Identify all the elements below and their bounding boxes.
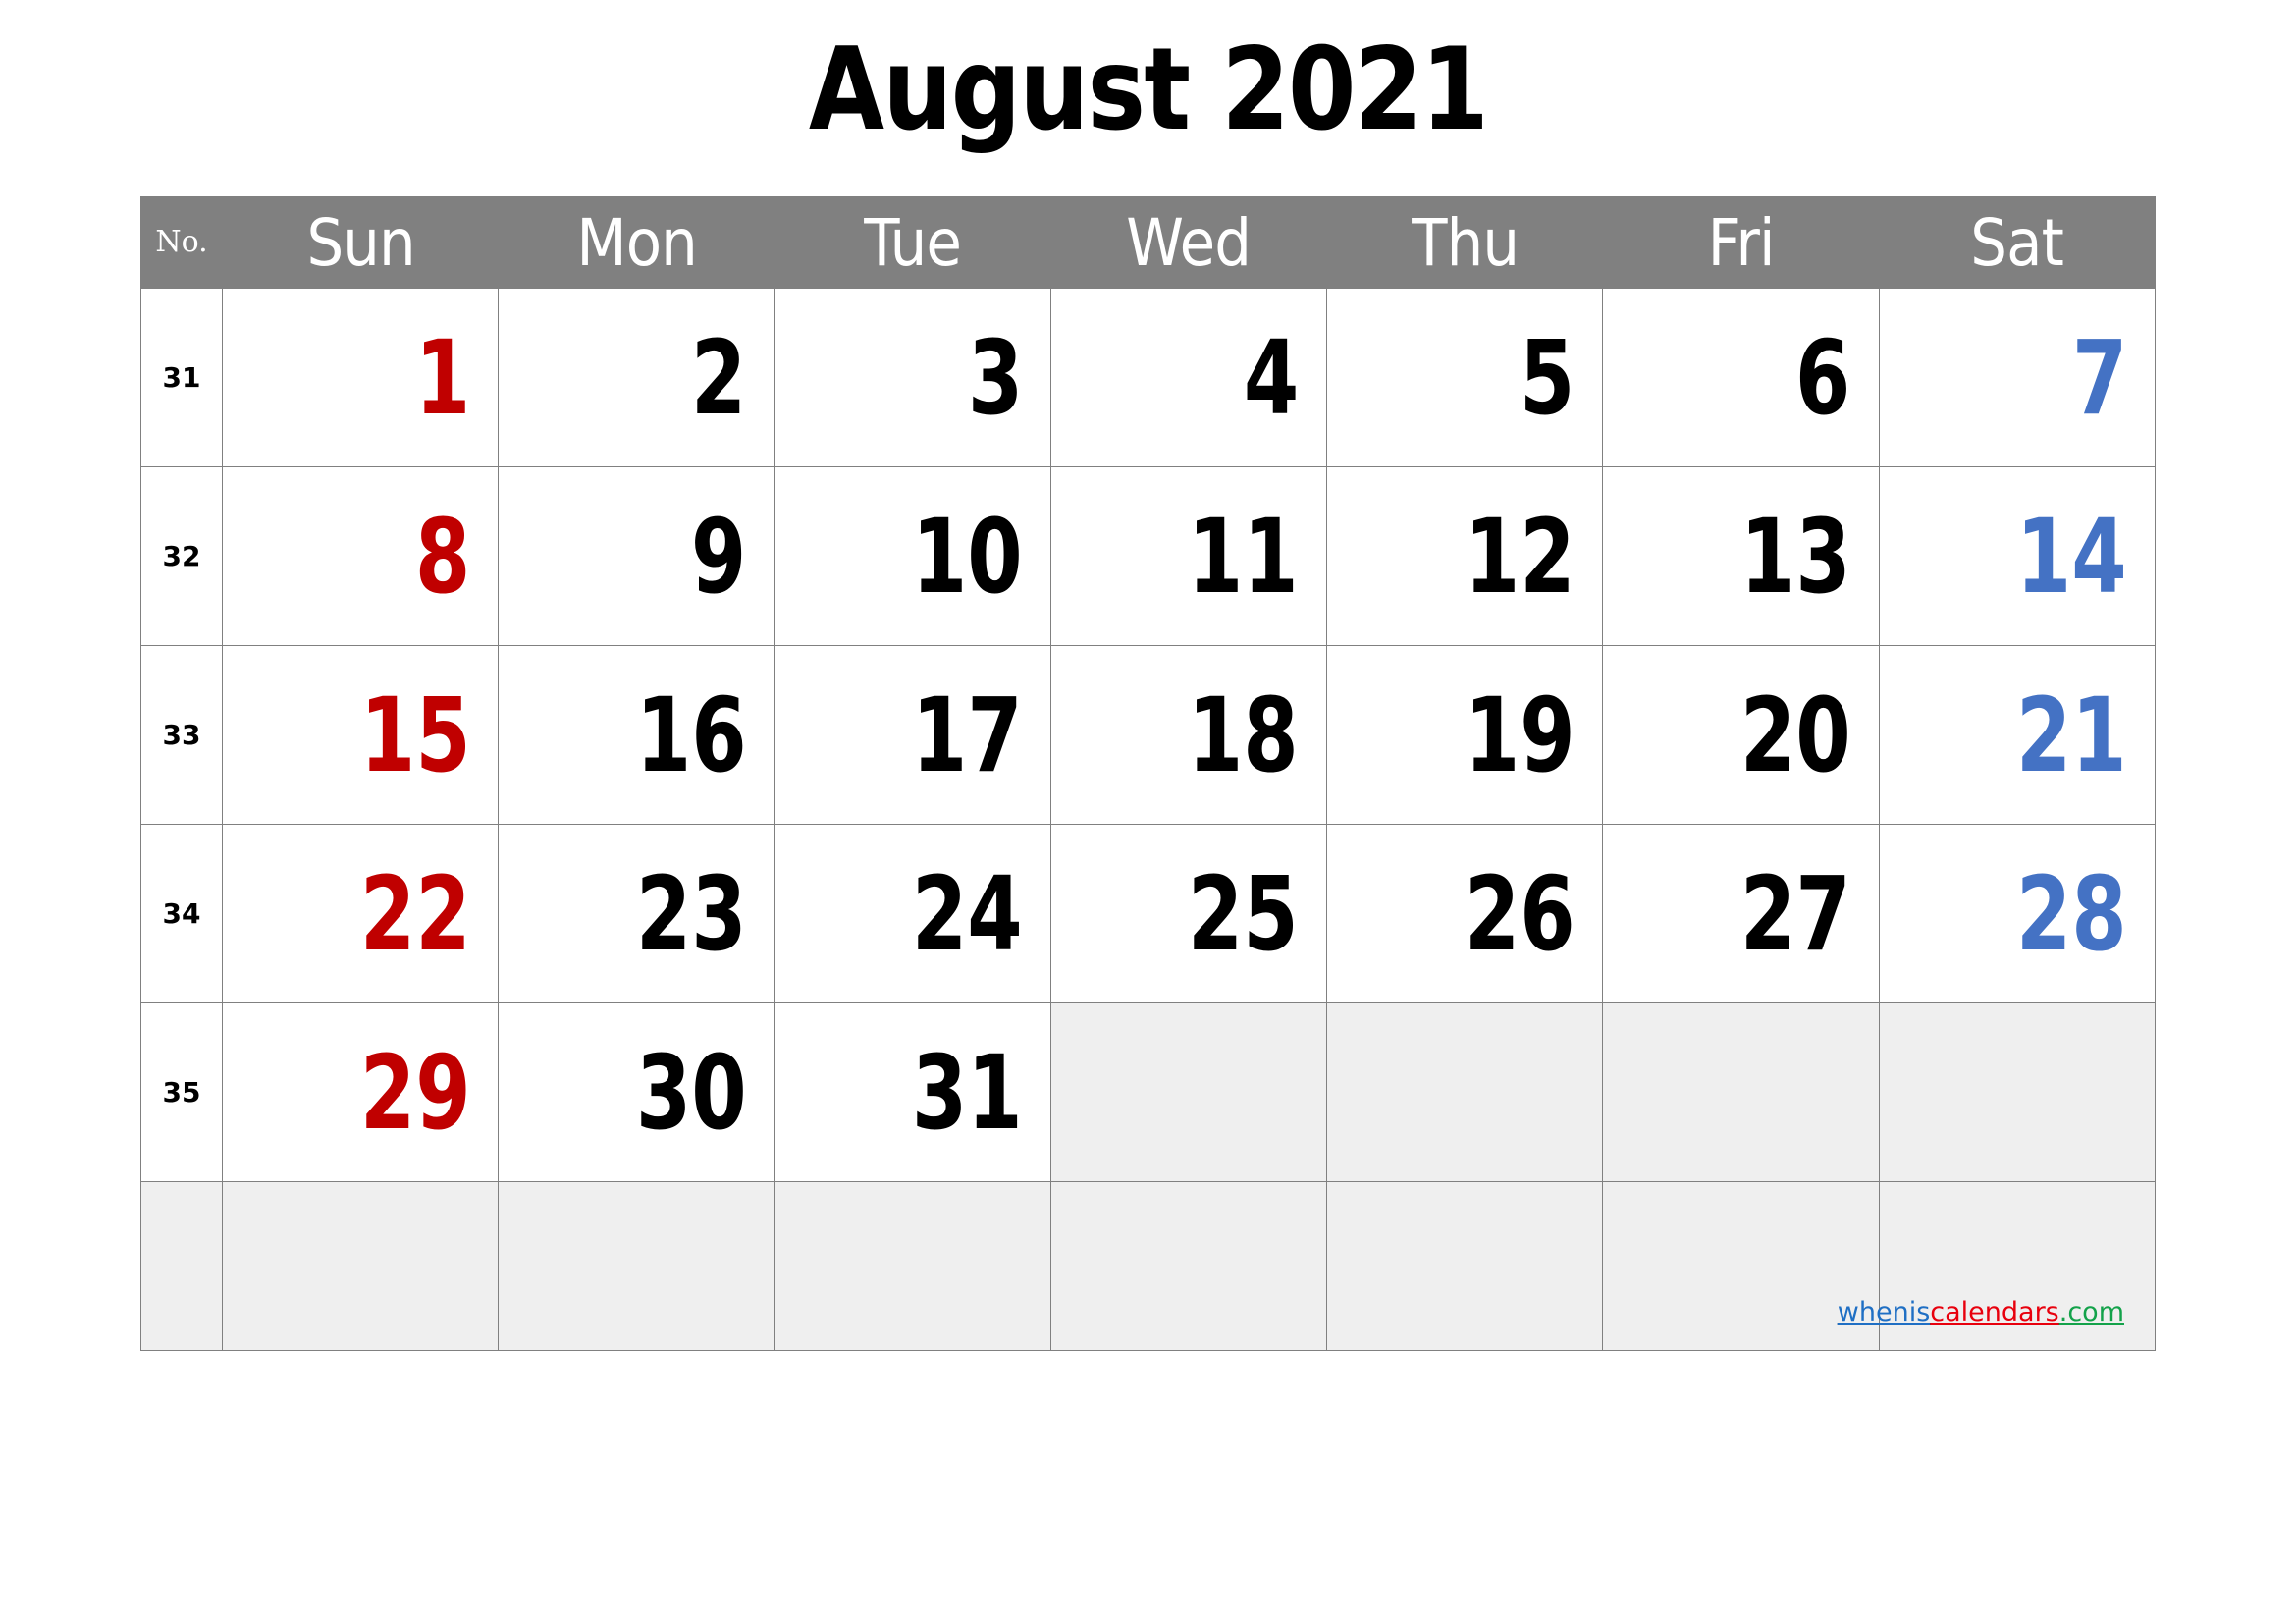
day-cell[interactable]: 29 [222,1002,500,1182]
day-number: 13 [1739,496,1851,617]
empty-day-cell [1326,1002,1604,1182]
day-cell[interactable]: 18 [1049,645,1328,825]
week-number-cell: 33 [139,645,224,825]
day-number: 5 [1519,317,1575,438]
day-number: 29 [359,1032,471,1153]
day-number: 23 [635,853,747,974]
day-cell[interactable]: 31 [774,1002,1051,1182]
day-cell[interactable]: 21 [1878,645,2157,825]
day-cell[interactable]: 25 [1049,824,1328,1003]
month-calendar-table: No. Sun Mon Tue Wed Thu Fri Sat 31 1 2 3 4 5 6… [139,196,2157,1351]
day-cell[interactable]: 6 [1602,288,1880,467]
day-cell[interactable]: 22 [222,824,500,1003]
day-number: 25 [1188,853,1300,974]
day-number: 24 [911,853,1023,974]
calendar-week-row: 32 8 9 10 11 12 13 14 [139,466,2157,646]
day-cell[interactable]: 8 [222,466,500,646]
day-cell[interactable]: 24 [774,824,1051,1003]
day-cell[interactable]: 15 [222,645,500,825]
day-cell[interactable]: 14 [1878,466,2157,646]
day-cell[interactable]: 5 [1326,288,1604,467]
day-cell[interactable]: 1 [222,288,500,467]
calendar-week-row: 33 15 16 17 18 19 20 21 [139,645,2157,825]
empty-day-cell [1878,1002,2157,1182]
header-day-sun: Sun [236,196,486,289]
day-number: 22 [359,853,471,974]
calendar-page: August 2021 No. Sun Mon Tue Wed Thu Fri … [0,0,2296,1624]
header-day-tue: Tue [787,196,1038,289]
empty-day-cell [1878,1181,2157,1351]
day-cell[interactable]: 2 [498,288,775,467]
day-number: 30 [635,1032,747,1153]
day-number: 18 [1188,675,1300,795]
day-number: 17 [911,675,1023,795]
day-number: 11 [1188,496,1300,617]
calendar-body: 31 1 2 3 4 5 6 7 32 8 9 10 11 12 13 14 33 15 16 17 18 19 20 21 3… [139,288,2157,1351]
day-number: 12 [1464,496,1575,617]
week-number-cell: 34 [139,824,224,1003]
day-cell[interactable]: 30 [498,1002,775,1182]
day-number: 19 [1464,675,1575,795]
week-number-cell [139,1181,224,1351]
day-number: 27 [1739,853,1851,974]
day-number: 8 [414,496,471,617]
day-number: 9 [691,496,747,617]
day-cell[interactable]: 26 [1326,824,1604,1003]
day-cell[interactable]: 19 [1326,645,1604,825]
empty-day-cell [1049,1002,1328,1182]
day-number: 4 [1243,317,1300,438]
day-cell[interactable]: 28 [1878,824,2157,1003]
week-number-cell: 35 [139,1002,224,1182]
day-number: 28 [2016,853,2127,974]
day-number: 31 [911,1032,1023,1153]
empty-day-cell [1602,1181,1880,1351]
day-number: 20 [1739,675,1851,795]
header-day-mon: Mon [511,196,762,289]
day-cell[interactable]: 7 [1878,288,2157,467]
day-cell[interactable]: 4 [1049,288,1328,467]
calendar-week-row [139,1181,2157,1351]
header-week-no: No. [139,196,224,289]
day-number: 3 [967,317,1023,438]
empty-day-cell [222,1181,500,1351]
day-number: 6 [1795,317,1851,438]
empty-day-cell [498,1181,775,1351]
day-number: 7 [2071,317,2127,438]
week-number-cell: 32 [139,466,224,646]
day-cell[interactable]: 9 [498,466,775,646]
day-cell[interactable]: 27 [1602,824,1880,1003]
day-number: 15 [359,675,471,795]
header-day-wed: Wed [1063,196,1314,289]
header-day-thu: Thu [1340,196,1590,289]
calendar-header-row: No. Sun Mon Tue Wed Thu Fri Sat [139,196,2156,289]
day-number: 1 [414,317,471,438]
day-cell[interactable]: 20 [1602,645,1880,825]
day-cell[interactable]: 12 [1326,466,1604,646]
day-cell[interactable]: 3 [774,288,1051,467]
day-cell[interactable]: 23 [498,824,775,1003]
week-number-cell: 31 [139,288,224,467]
empty-day-cell [1602,1002,1880,1182]
empty-day-cell [1049,1181,1328,1351]
calendar-week-row: 35 29 30 31 [139,1002,2157,1182]
header-day-fri: Fri [1616,196,1866,289]
day-cell[interactable]: 10 [774,466,1051,646]
day-cell[interactable]: 13 [1602,466,1880,646]
calendar-week-row: 31 1 2 3 4 5 6 7 [139,288,2157,467]
day-number: 2 [691,317,747,438]
calendar-week-row: 34 22 23 24 25 26 27 28 [139,824,2157,1003]
day-cell[interactable]: 11 [1049,466,1328,646]
day-number: 21 [2016,675,2127,795]
day-number: 26 [1464,853,1575,974]
header-day-sat: Sat [1892,196,2142,289]
day-number: 10 [911,496,1023,617]
page-title: August 2021 [808,24,1489,156]
day-cell[interactable]: 17 [774,645,1051,825]
day-number: 14 [2016,496,2127,617]
empty-day-cell [1326,1181,1604,1351]
day-number: 16 [635,675,747,795]
empty-day-cell [774,1181,1051,1351]
day-cell[interactable]: 16 [498,645,775,825]
